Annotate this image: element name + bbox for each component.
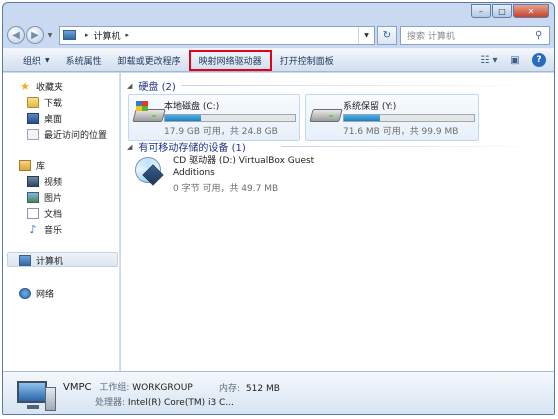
drive-free-space: 17.9 GB 可用，共 24.8 GB xyxy=(164,127,278,137)
processor-label: 处理器: xyxy=(95,398,126,408)
drive-tile[interactable]: 本地磁盘 (C:) 17.9 GB 可用，共 24.8 GB xyxy=(128,94,300,141)
nav-item-recent-places[interactable]: 最近访问的位置 xyxy=(27,127,107,141)
nav-item-downloads[interactable]: 下载 xyxy=(27,95,62,109)
nav-item-videos[interactable]: 视频 xyxy=(27,174,62,188)
documents-icon xyxy=(27,207,39,219)
forward-arrow-icon: ▶ xyxy=(31,29,39,41)
breadcrumb-separator[interactable]: ▸ xyxy=(126,31,130,39)
details-pane: VMPC 工作组: WORKGROUP 内存: 512 MB 处理器: Inte… xyxy=(3,371,554,414)
computer-name: VMPC xyxy=(63,382,92,393)
back-button[interactable]: ◀ xyxy=(7,26,25,44)
desktop-icon xyxy=(27,112,39,124)
downloads-folder-icon xyxy=(27,96,39,108)
workgroup-label: 工作组: xyxy=(99,383,130,393)
caption-buttons: – □ ✕ xyxy=(471,4,549,18)
address-history-dropdown[interactable]: ▼ xyxy=(358,26,374,44)
refresh-button[interactable]: ↻ xyxy=(377,25,397,45)
collapse-triangle-icon[interactable]: ◢ xyxy=(127,82,132,90)
group-divider xyxy=(281,146,541,147)
music-icon: ♪ xyxy=(29,222,37,236)
computer-icon xyxy=(19,254,31,266)
open-control-panel-button[interactable]: 打开控制面板 xyxy=(272,50,342,70)
back-arrow-icon: ◀ xyxy=(12,29,20,41)
organize-menu[interactable]: 组织 ▼ xyxy=(15,50,58,70)
nav-item-desktop[interactable]: 桌面 xyxy=(27,111,62,125)
nav-item-network[interactable]: 网络 xyxy=(19,286,54,300)
system-properties-button[interactable]: 系统属性 xyxy=(58,50,110,70)
nav-item-pictures[interactable]: 图片 xyxy=(27,190,62,204)
content-pane: ◢ 硬盘 (2) 本地磁盘 (C:) 17.9 GB 可用，共 24.8 GB 系… xyxy=(121,73,554,371)
capacity-bar xyxy=(164,114,296,122)
cd-drive-space: 0 字节 可用，共 49.7 MB xyxy=(173,184,279,194)
libraries-icon xyxy=(19,159,31,171)
pictures-icon xyxy=(27,191,39,203)
videos-icon xyxy=(27,175,39,187)
maximize-button[interactable]: □ xyxy=(492,4,512,18)
command-bar: 组织 ▼ 系统属性 卸载或更改程序 映射网络驱动器 打开控制面板 ☷ ▾ ▣ ? xyxy=(3,48,554,72)
breadcrumb-computer[interactable]: 计算机 xyxy=(94,29,121,42)
memory-value: 512 MB xyxy=(245,384,280,394)
breadcrumb-separator[interactable]: ▸ xyxy=(85,31,89,39)
address-row: ◀ ▶ ▼ ▸ 计算机 ▸ ▼ ↻ 搜索 计算机 ⚲ xyxy=(7,24,550,46)
virtualbox-cd-icon xyxy=(133,155,167,187)
search-placeholder: 搜索 计算机 xyxy=(407,31,455,42)
recent-pages-dropdown[interactable]: ▼ xyxy=(45,32,55,39)
group-divider xyxy=(181,85,541,86)
computer-icon xyxy=(63,30,76,40)
computer-large-icon xyxy=(17,379,57,413)
minimize-button[interactable]: – xyxy=(471,4,491,18)
group-header-removable[interactable]: ◢ 有可移动存储的设备 (1) xyxy=(127,139,246,155)
view-options-icon[interactable]: ☷ ▾ xyxy=(480,52,498,68)
preview-pane-icon[interactable]: ▣ xyxy=(506,52,524,68)
help-icon[interactable]: ? xyxy=(532,53,546,67)
network-icon xyxy=(19,287,31,299)
capacity-bar xyxy=(343,114,475,122)
navigation-pane: ★收藏夹 下载 桌面 最近访问的位置 库 视频 图片 文档 ♪音乐 计算机 xyxy=(3,73,120,371)
cd-drive-item[interactable]: CD 驱动器 (D:) VirtualBox Guest Additions 0… xyxy=(133,155,333,194)
collapse-triangle-icon[interactable]: ◢ xyxy=(127,143,132,151)
hard-drive-icon xyxy=(309,99,343,127)
forward-button[interactable]: ▶ xyxy=(26,26,44,44)
nav-item-computer[interactable]: 计算机 xyxy=(19,253,63,267)
memory-label: 内存: xyxy=(219,384,241,394)
workgroup-value: WORKGROUP xyxy=(132,383,193,393)
recent-places-icon xyxy=(27,128,39,140)
chevron-down-icon: ▼ xyxy=(45,56,50,64)
search-input[interactable]: 搜索 计算机 ⚲ xyxy=(400,25,550,45)
star-icon: ★ xyxy=(20,79,30,93)
explorer-window: – □ ✕ ◀ ▶ ▼ ▸ 计算机 ▸ ▼ ↻ 搜索 计算机 ⚲ 组织 ▼ 系统属… xyxy=(2,2,555,415)
capacity-bar-fill xyxy=(165,115,202,121)
capacity-bar-fill xyxy=(344,115,381,121)
refresh-icon: ↻ xyxy=(382,29,392,41)
cd-drive-name: CD 驱动器 (D:) VirtualBox Guest Additions xyxy=(173,156,315,178)
nav-item-favorites[interactable]: ★ 收藏夹 xyxy=(19,79,63,93)
drive-tile[interactable]: 系统保留 (Y:) 71.6 MB 可用，共 99.9 MB xyxy=(305,94,479,141)
nav-item-documents[interactable]: 文档 xyxy=(27,206,62,220)
drive-name: 系统保留 (Y:) xyxy=(343,102,397,112)
nav-item-libraries[interactable]: 库 xyxy=(19,158,45,172)
search-icon[interactable]: ⚲ xyxy=(535,30,549,41)
uninstall-programs-button[interactable]: 卸载或更改程序 xyxy=(110,50,189,70)
drive-free-space: 71.6 MB 可用，共 99.9 MB xyxy=(343,127,459,137)
hard-drive-windows-icon xyxy=(132,99,166,127)
processor-value: Intel(R) Core(TM) i3 C... xyxy=(127,398,234,408)
group-header-hard-disks[interactable]: ◢ 硬盘 (2) xyxy=(127,78,176,94)
nav-item-music[interactable]: ♪ 音乐 xyxy=(27,222,62,236)
drive-name: 本地磁盘 (C:) xyxy=(164,102,220,112)
map-network-drive-button[interactable]: 映射网络驱动器 xyxy=(188,49,272,71)
close-button[interactable]: ✕ xyxy=(513,4,549,18)
address-bar[interactable]: ▸ 计算机 ▸ ▼ xyxy=(59,25,375,45)
